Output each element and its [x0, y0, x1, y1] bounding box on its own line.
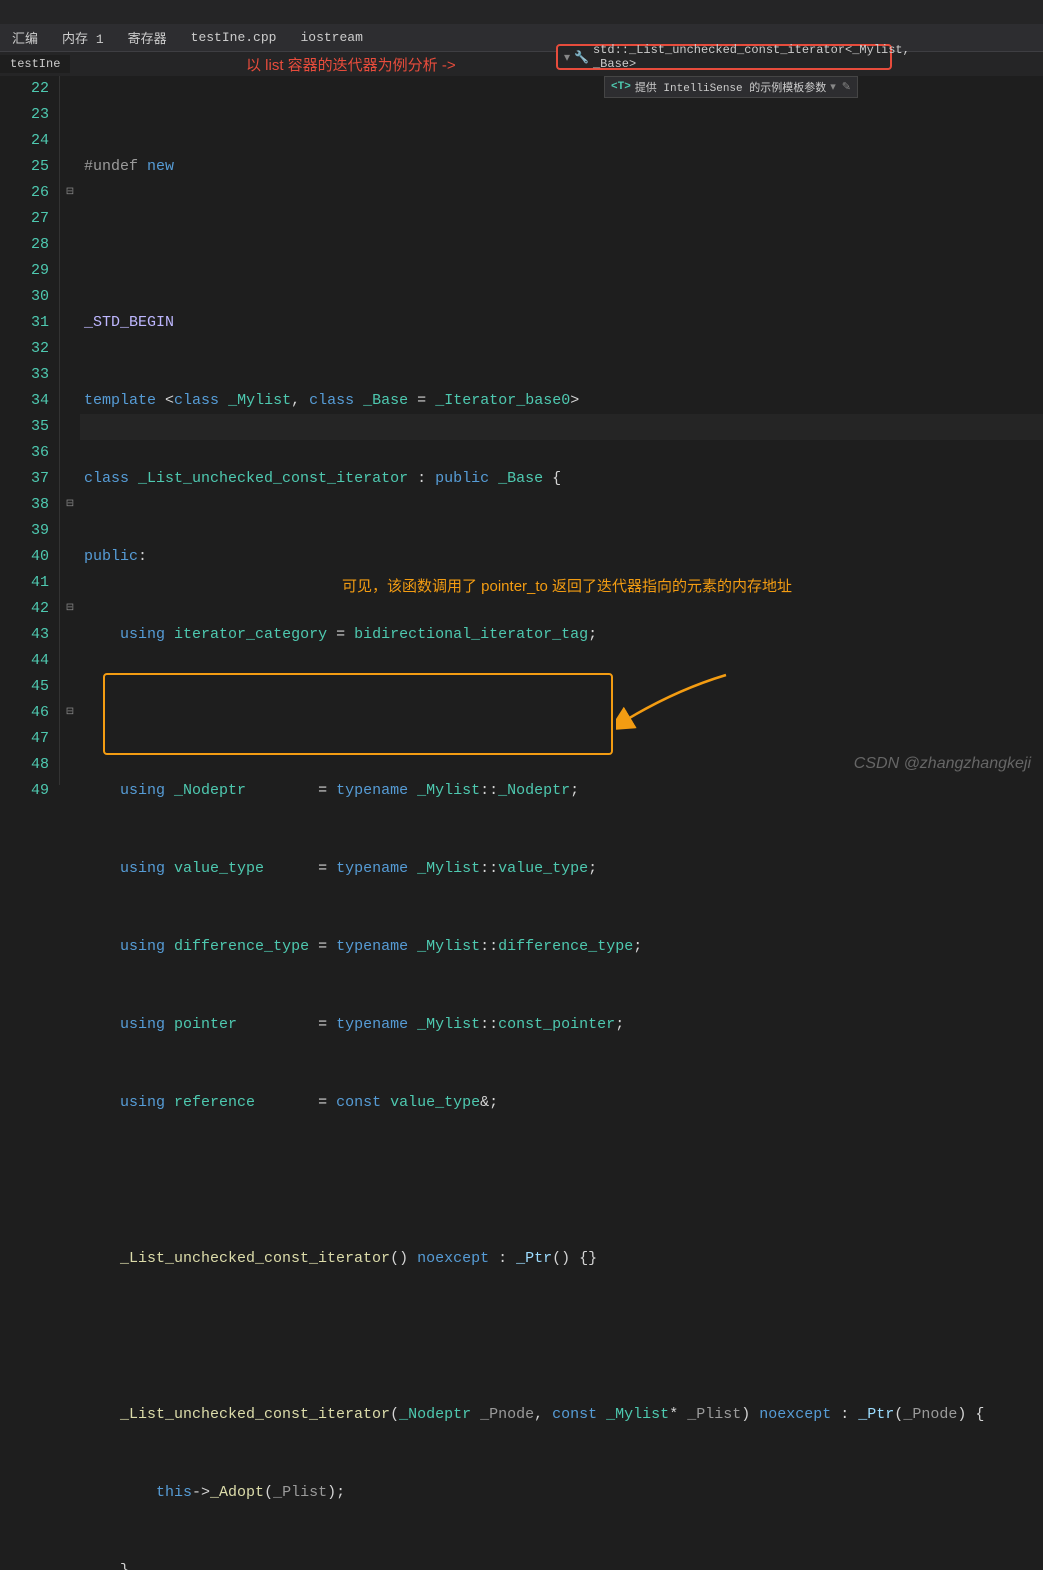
- template-icon: <T>: [611, 81, 631, 93]
- tab-memory1[interactable]: 内存 1: [62, 28, 104, 47]
- dropdown-arrow-icon: ▾: [564, 50, 570, 65]
- fold-gutter: ⊟ ⊟ ⊟ ⊟: [60, 76, 80, 785]
- fold-icon[interactable]: ⊟: [60, 700, 80, 726]
- tab-registers[interactable]: 寄存器: [128, 28, 167, 47]
- tab-disasm[interactable]: 汇编: [12, 28, 38, 47]
- annotation-orange: 可见，该函数调用了 pointer_to 返回了迭代器指向的元素的内存地址: [342, 575, 792, 596]
- tab-iostream[interactable]: iostream: [300, 30, 362, 45]
- fold-icon[interactable]: ⊟: [60, 492, 80, 518]
- fold-icon[interactable]: ⊟: [60, 596, 80, 622]
- annotation-red: 以 list 容器的迭代器为例分析 ->: [246, 54, 456, 75]
- intellisense-text: 提供 IntelliSense 的示例模板参数: [635, 79, 826, 95]
- line-gutter: 22 23 24 25 26 27 28 29 30 31 32 33 34 3…: [0, 76, 60, 785]
- scope-text: std::_List_unchecked_const_iterator<_Myl…: [593, 43, 910, 71]
- pencil-icon[interactable]: ✎: [842, 80, 851, 94]
- watermark: CSDN @zhangzhangkeji: [854, 755, 1031, 773]
- code-area[interactable]: #undef new _STD_BEGIN template <class _M…: [80, 76, 1043, 785]
- tab-testine-cpp[interactable]: testIne.cpp: [191, 30, 277, 45]
- fold-icon[interactable]: ⊟: [60, 180, 80, 206]
- scope-dropdown[interactable]: ▾ 🔧 std::_List_unchecked_const_iterator<…: [556, 44, 892, 70]
- editor: 22 23 24 25 26 27 28 29 30 31 32 33 34 3…: [0, 76, 1043, 785]
- filetab-testine[interactable]: testIne: [0, 55, 70, 73]
- intellisense-hint[interactable]: <T> 提供 IntelliSense 的示例模板参数 ▾ ✎: [604, 76, 858, 98]
- dropdown-arrow-icon: ▾: [830, 80, 836, 94]
- wrench-icon: 🔧: [574, 50, 589, 65]
- top-toolbar: [0, 0, 1043, 24]
